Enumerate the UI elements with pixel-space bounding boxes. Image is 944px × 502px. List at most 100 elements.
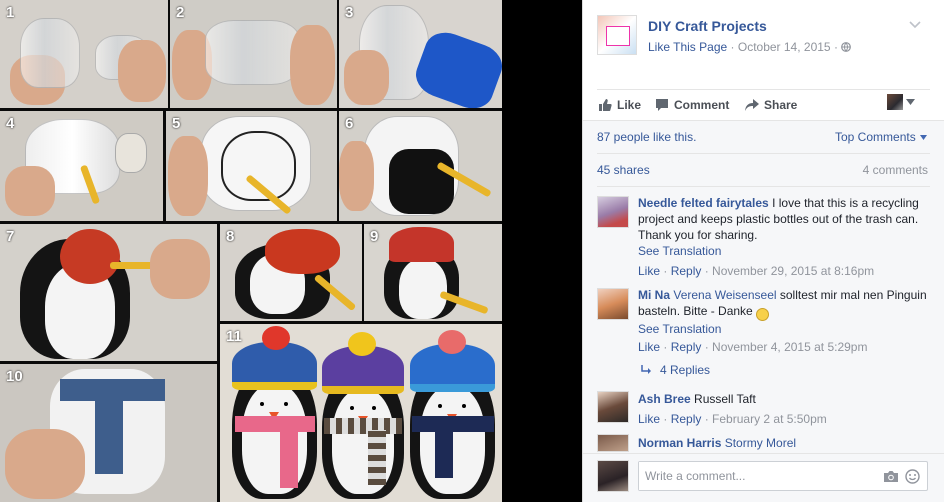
- reply-arrow-icon: [641, 365, 651, 374]
- likes-count-link[interactable]: 87 people like this.: [597, 130, 696, 144]
- comment-3-actions: Like · Reply · February 2 at 5:50pm: [638, 412, 827, 426]
- comment-time[interactable]: November 29, 2015 at 8:16pm: [712, 264, 874, 278]
- comment-3: Ash Bree Russell Taft: [638, 391, 928, 407]
- tagged-user-link[interactable]: Stormy Morel: [725, 436, 796, 450]
- photo-step-7: 7: [0, 224, 217, 361]
- see-translation-link[interactable]: See Translation: [638, 321, 928, 337]
- replies-count: 4 Replies: [660, 363, 711, 377]
- share-button[interactable]: Share: [745, 96, 797, 114]
- comment-reply-link[interactable]: Reply: [671, 412, 702, 426]
- comments-count: 4 comments: [862, 163, 928, 177]
- globe-icon[interactable]: [841, 42, 852, 52]
- viewer: 1 2 3 4 5 6 7 8 9 10 11 DIY Craft Projec…: [0, 0, 944, 502]
- view-replies-link[interactable]: 4 Replies: [641, 363, 710, 377]
- share-label: Share: [764, 98, 798, 112]
- post-sidebar: DIY Craft Projects Like This Page · Octo…: [582, 0, 944, 502]
- scarf: [324, 418, 402, 434]
- camera-icon[interactable]: [883, 470, 899, 483]
- photo-step-5: 5: [166, 111, 337, 221]
- comment-input[interactable]: [639, 462, 869, 490]
- hand: [150, 239, 210, 299]
- photo-step-9: 9: [364, 224, 502, 321]
- comment-reply-link[interactable]: Reply: [671, 340, 702, 354]
- comment-author-link[interactable]: Mi Na: [638, 288, 670, 302]
- commenter-avatar[interactable]: [597, 391, 629, 423]
- eye: [462, 404, 466, 408]
- comment-button[interactable]: Comment: [655, 96, 729, 114]
- photo-step-2: 2: [170, 0, 337, 108]
- comment-like-link[interactable]: Like: [638, 264, 660, 278]
- step-number: 2: [176, 4, 185, 21]
- comment-time[interactable]: November 4, 2015 at 5:29pm: [712, 340, 867, 354]
- page-avatar[interactable]: [597, 15, 637, 55]
- viewer-avatar: [887, 94, 903, 110]
- shares-count-link[interactable]: 45 shares: [597, 163, 650, 177]
- comment-like-link[interactable]: Like: [638, 412, 660, 426]
- red-hat: [265, 229, 340, 274]
- step-number: 9: [370, 228, 379, 245]
- scarf-tail: [95, 399, 123, 474]
- post-as-selector[interactable]: [887, 94, 915, 110]
- emoji-icon[interactable]: [905, 469, 920, 484]
- scarf: [235, 416, 315, 432]
- like-button[interactable]: Like: [598, 96, 641, 114]
- sort-label: Top Comments: [835, 130, 916, 144]
- step-number: 6: [345, 115, 354, 132]
- meta-dot: ·: [833, 40, 838, 54]
- step-number: 7: [6, 228, 15, 245]
- penguin-belly: [399, 259, 447, 319]
- comment-composer[interactable]: [638, 461, 928, 491]
- red-head: [60, 229, 120, 284]
- comment-2: Mi Na Verena Weisenseel solltest mir mal…: [638, 287, 928, 337]
- commenter-avatar[interactable]: [597, 196, 629, 228]
- post-photo[interactable]: 1 2 3 4 5 6 7 8 9 10 11: [0, 0, 502, 502]
- pompom: [348, 332, 376, 356]
- photo-step-6: 6: [339, 111, 502, 221]
- hand: [168, 136, 208, 216]
- bottle: [20, 18, 80, 88]
- comment-2-actions: Like · Reply · November 4, 2015 at 5:29p…: [638, 340, 868, 354]
- page-name-link[interactable]: DIY Craft Projects: [648, 18, 767, 34]
- step-number: 8: [226, 228, 235, 245]
- comment-icon: [656, 99, 668, 111]
- comment-author-link[interactable]: Norman Harris: [638, 436, 721, 450]
- caret-down-icon: [906, 99, 915, 105]
- caret-down-icon: [919, 134, 927, 140]
- photo-step-10: 10: [0, 364, 217, 502]
- post-meta: Like This Page · October 14, 2015 ·: [648, 40, 852, 54]
- tagged-user-link[interactable]: Verena Weisenseel: [673, 288, 776, 302]
- comment-author-link[interactable]: Needle felted fairytales: [638, 196, 769, 210]
- commenter-avatar[interactable]: [597, 434, 629, 452]
- comment-reply-link[interactable]: Reply: [671, 264, 702, 278]
- comment-sort-dropdown[interactable]: Top Comments: [835, 130, 927, 144]
- hand: [290, 25, 335, 105]
- eye: [260, 402, 264, 406]
- comment-label: Comment: [674, 98, 730, 112]
- comment-time[interactable]: February 2 at 5:50pm: [712, 412, 827, 426]
- comment-1: Needle felted fairytales I love that thi…: [638, 195, 928, 259]
- divider: [597, 89, 930, 90]
- comment-1-actions: Like · Reply · November 29, 2015 at 8:16…: [638, 264, 875, 278]
- hand: [339, 141, 374, 211]
- comment-like-link[interactable]: Like: [638, 340, 660, 354]
- chevron-down-icon[interactable]: [909, 21, 921, 29]
- comment-author-link[interactable]: Ash Bree: [638, 392, 691, 406]
- divider: [597, 186, 930, 187]
- meta-dot: ·: [730, 40, 735, 54]
- photo-step-3: 3: [339, 0, 502, 108]
- scarf-tail: [280, 428, 298, 488]
- eye: [438, 404, 442, 408]
- step-number: 1: [6, 4, 15, 21]
- commenter-avatar[interactable]: [597, 288, 629, 320]
- like-page-link[interactable]: Like This Page: [648, 40, 727, 54]
- scarf: [412, 416, 494, 432]
- post-date[interactable]: October 14, 2015: [738, 40, 831, 54]
- see-translation-link[interactable]: See Translation: [638, 243, 928, 259]
- eye: [372, 406, 376, 410]
- step-number: 5: [172, 115, 181, 132]
- scarf-tail: [435, 428, 453, 478]
- scarf: [60, 379, 165, 401]
- tagged-user[interactable]: Russell Taft: [694, 392, 756, 406]
- red-hat: [389, 227, 454, 262]
- divider: [597, 153, 930, 154]
